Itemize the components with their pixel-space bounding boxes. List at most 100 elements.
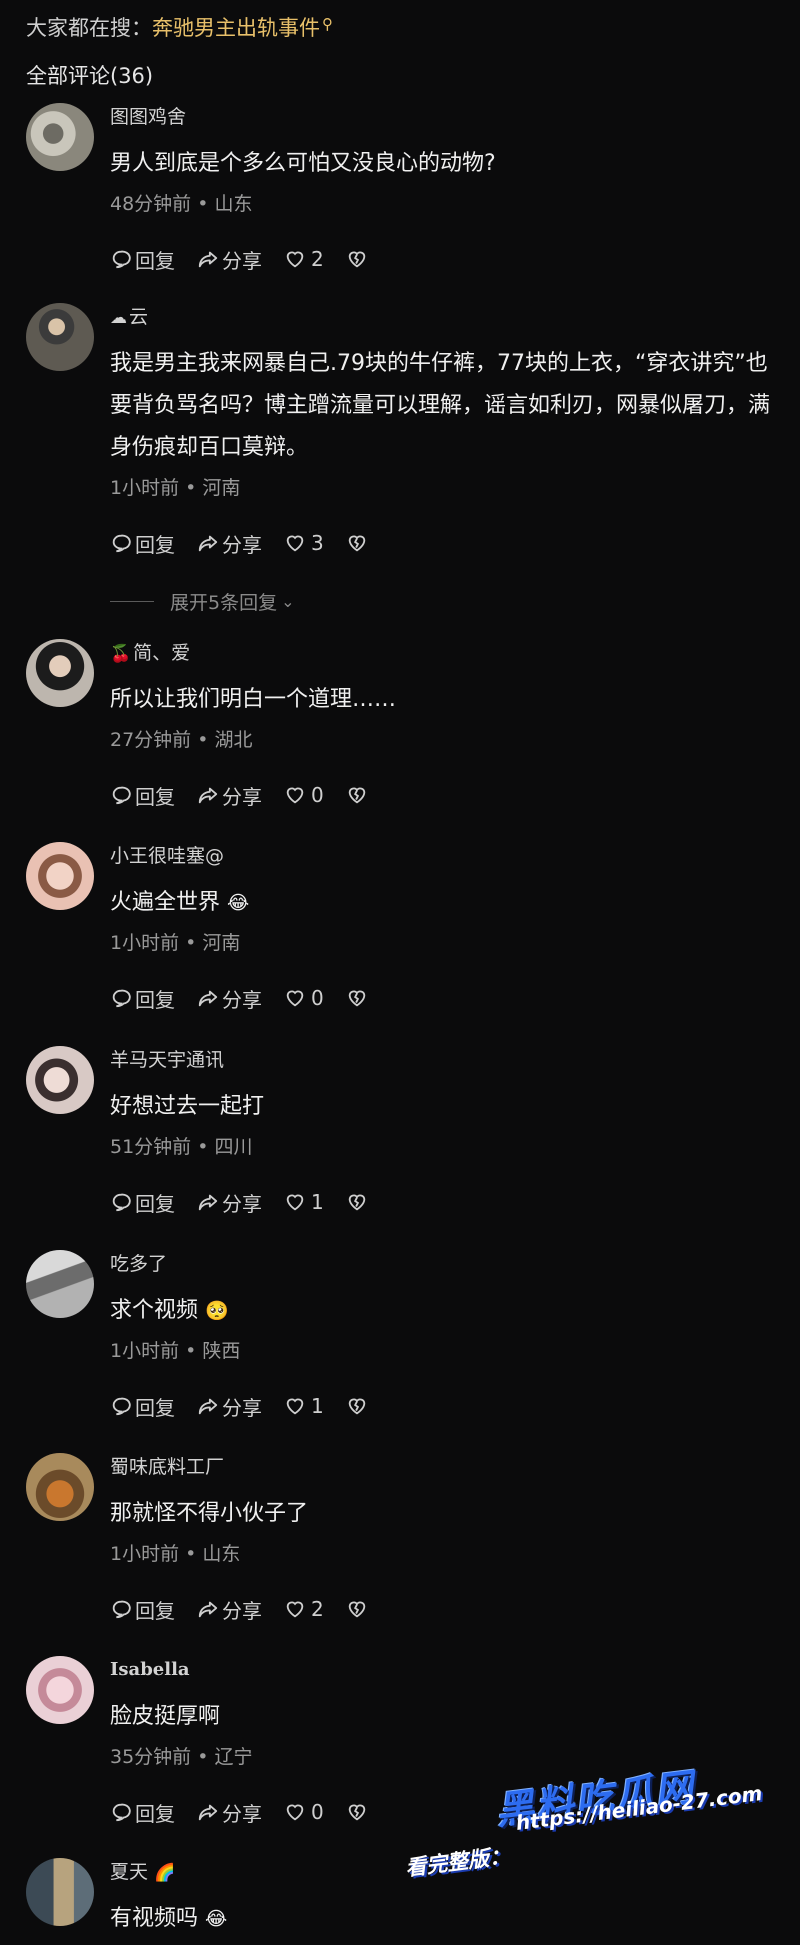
dislike-button[interactable]	[346, 1191, 371, 1213]
comment-actions: 回复 分享 0	[110, 777, 780, 813]
comment-text: 所以让我们明白一个道理……	[110, 687, 397, 712]
reply-icon	[112, 1600, 131, 1619]
broken-heart-icon	[348, 787, 365, 804]
share-icon	[198, 1601, 218, 1618]
like-button[interactable]: 1	[284, 1190, 324, 1214]
reply-icon	[112, 1397, 131, 1416]
reply-button[interactable]: 回复	[110, 245, 175, 274]
username[interactable]: 羊马天宇通讯	[110, 1046, 780, 1074]
dislike-button[interactable]	[346, 1801, 371, 1823]
heart-icon	[286, 251, 304, 268]
like-button[interactable]: 2	[284, 1597, 324, 1621]
heart-icon	[286, 787, 304, 804]
comment-meta: 51分钟前 • 四川	[110, 1136, 253, 1158]
username[interactable]: 小王很哇塞@	[110, 842, 780, 870]
dislike-button[interactable]	[346, 987, 371, 1009]
comment-actions: 回复 分享 0	[110, 980, 780, 1016]
avatar[interactable]	[26, 639, 94, 707]
reply-button[interactable]: 回复	[110, 781, 175, 810]
dislike-button[interactable]	[346, 1598, 371, 1620]
comment-meta: 27分钟前 • 湖北	[110, 729, 253, 751]
share-button[interactable]: 分享	[197, 1392, 262, 1421]
username[interactable]: 蜀味底料工厂	[110, 1453, 780, 1481]
broken-heart-icon	[348, 1398, 365, 1415]
share-button[interactable]: 分享	[197, 1188, 262, 1217]
heart-icon	[286, 1194, 304, 1211]
username[interactable]: 吃多了	[110, 1250, 780, 1278]
username[interactable]: Isabella	[110, 1656, 780, 1684]
heart-icon	[286, 535, 304, 552]
broken-heart-icon	[348, 251, 365, 268]
reply-icon	[112, 534, 131, 553]
reply-button[interactable]: 回复	[110, 1595, 175, 1624]
share-icon	[198, 535, 218, 552]
expand-replies-button[interactable]: 展开5条回复 ⌄	[110, 588, 295, 615]
chevron-down-icon: ⌄	[281, 592, 295, 611]
reply-icon	[112, 989, 131, 1008]
heart-icon	[286, 1398, 304, 1415]
like-button[interactable]: 2	[284, 247, 324, 271]
reply-button[interactable]: 回复	[110, 1798, 175, 1827]
search-icon[interactable]: ⚲	[322, 15, 333, 33]
like-button[interactable]: 0	[284, 986, 324, 1010]
dislike-button[interactable]	[346, 1395, 371, 1417]
like-button[interactable]: 1	[284, 1394, 324, 1418]
reply-icon	[112, 786, 131, 805]
like-button[interactable]: 0	[284, 1800, 324, 1824]
like-count: 0	[311, 1800, 324, 1824]
share-button[interactable]: 分享	[197, 1798, 262, 1827]
username[interactable]: 🍒 简、爱	[110, 639, 780, 667]
comment-text: 那就怪不得小伙子了	[110, 1501, 309, 1526]
avatar[interactable]	[26, 842, 94, 910]
heart-icon	[286, 1601, 304, 1618]
comment-text: 好想过去一起打	[110, 1094, 265, 1119]
username[interactable]: 图图鸡舍	[110, 103, 780, 131]
search-prefix: 大家都在搜：	[26, 16, 152, 40]
share-button[interactable]: 分享	[197, 781, 262, 810]
dislike-button[interactable]	[346, 784, 371, 806]
share-button[interactable]: 分享	[197, 984, 262, 1013]
comment-meta: 1小时前 • 河南	[110, 932, 241, 954]
search-hint[interactable]: 大家都在搜：奔驰男主出轨事件 ⚲	[26, 12, 333, 42]
broken-heart-icon	[348, 1601, 365, 1618]
avatar[interactable]	[26, 1046, 94, 1114]
like-button[interactable]: 0	[284, 783, 324, 807]
comment-text: 有视频吗 😂	[110, 1906, 228, 1931]
like-count: 1	[311, 1190, 324, 1214]
username[interactable]: ☁ 云	[110, 303, 780, 331]
avatar[interactable]	[26, 1858, 94, 1926]
share-button[interactable]: 分享	[197, 245, 262, 274]
avatar[interactable]	[26, 1250, 94, 1318]
share-button[interactable]: 分享	[197, 1595, 262, 1624]
avatar[interactable]	[26, 1656, 94, 1724]
share-icon	[198, 787, 218, 804]
heart-icon	[286, 990, 304, 1007]
reply-button[interactable]: 回复	[110, 529, 175, 558]
reply-icon	[112, 1193, 131, 1212]
avatar[interactable]	[26, 1453, 94, 1521]
laughing-emoji: 😂	[205, 1908, 228, 1930]
share-icon	[198, 1398, 218, 1415]
heart-icon	[286, 1804, 304, 1821]
like-button[interactable]: 3	[284, 531, 324, 555]
share-icon	[198, 990, 218, 1007]
divider-line	[110, 601, 154, 602]
reply-button[interactable]: 回复	[110, 984, 175, 1013]
dislike-button[interactable]	[346, 532, 371, 554]
share-button[interactable]: 分享	[197, 529, 262, 558]
comment-meta: 1小时前 • 河南	[110, 477, 241, 499]
reply-button[interactable]: 回复	[110, 1188, 175, 1217]
search-topic-link[interactable]: 奔驰男主出轨事件	[152, 16, 320, 40]
like-count: 1	[311, 1394, 324, 1418]
comment-text: 我是男主我来网暴自己.79块的牛仔裤，77块的上衣，“穿衣讲究”也要背负骂名吗？…	[110, 351, 771, 460]
dislike-button[interactable]	[346, 248, 371, 270]
broken-heart-icon	[348, 535, 365, 552]
reply-icon	[112, 1803, 131, 1822]
reply-button[interactable]: 回复	[110, 1392, 175, 1421]
cherry-icon: 🍒	[110, 644, 132, 664]
like-count: 3	[311, 531, 324, 555]
avatar[interactable]	[26, 303, 94, 371]
comment-text: 火遍全世界 😂	[110, 890, 250, 915]
avatar[interactable]	[26, 103, 94, 171]
comment-actions: 回复 分享 2	[110, 241, 780, 277]
